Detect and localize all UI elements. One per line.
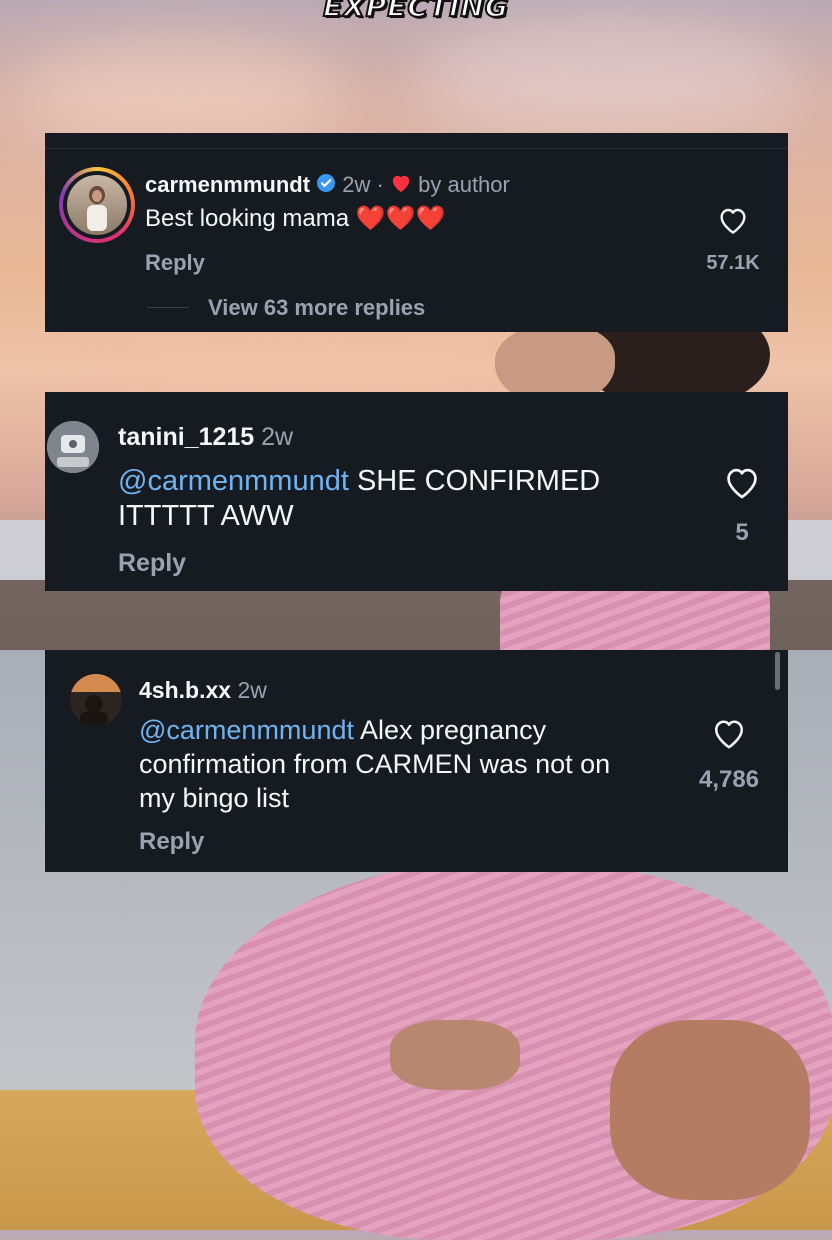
reply-button[interactable]: Reply bbox=[118, 549, 186, 578]
like-count: 57.1K bbox=[706, 252, 760, 274]
avatar-photo bbox=[70, 674, 122, 726]
heart-outline-icon[interactable] bbox=[711, 716, 747, 755]
mention-link[interactable]: @carmenmmundt bbox=[139, 715, 354, 745]
view-more-replies-button[interactable]: View 63 more replies bbox=[208, 295, 425, 321]
comment-username[interactable]: 4sh.b.xx bbox=[139, 677, 231, 703]
scrollbar[interactable] bbox=[775, 652, 780, 690]
avatar-photo bbox=[47, 421, 99, 473]
heart-outline-icon[interactable] bbox=[723, 464, 761, 505]
comment-card-3: 4sh.b.xx 2w @carmenmmundt Alex pregnancy… bbox=[45, 650, 788, 872]
like-count: 4,786 bbox=[698, 766, 760, 793]
like-count: 5 bbox=[735, 519, 749, 546]
avatar[interactable] bbox=[47, 421, 99, 473]
liked-by-author-label: by author bbox=[418, 172, 510, 197]
meta-separator: · bbox=[376, 172, 384, 197]
verified-badge-icon bbox=[316, 173, 336, 199]
comment-username[interactable]: tanini_1215 bbox=[118, 423, 254, 451]
card-divider bbox=[45, 148, 788, 149]
comment-card-2: tanini_1215 2w @carmenmmundt SHE CONFIRM… bbox=[45, 392, 788, 591]
avatar-photo bbox=[87, 186, 107, 231]
comment-card-1: carmenmmundt 2w · by author Best looking… bbox=[45, 133, 788, 332]
heart-outline-icon[interactable] bbox=[717, 205, 749, 240]
comment-time: 2w bbox=[237, 677, 267, 703]
comment-text: @carmenmmundt SHE CONFIRMED ITTTTT AWW bbox=[118, 464, 678, 534]
video-title-caption: EXPECTING bbox=[322, 0, 509, 24]
comment-time: 2w bbox=[261, 423, 294, 451]
replies-line bbox=[147, 307, 189, 308]
reply-button[interactable]: Reply bbox=[145, 250, 205, 276]
comment-username[interactable]: carmenmmundt bbox=[145, 172, 310, 197]
avatar-story-ring[interactable] bbox=[59, 167, 135, 243]
comment-text: @carmenmmundt Alex pregnancy confirmatio… bbox=[139, 713, 649, 815]
avatar[interactable] bbox=[70, 674, 122, 726]
heart-filled-icon bbox=[390, 173, 412, 199]
reply-button[interactable]: Reply bbox=[139, 828, 204, 856]
mention-link[interactable]: @carmenmmundt bbox=[118, 465, 349, 497]
comment-time: 2w bbox=[342, 172, 371, 197]
comment-text: Best looking mama ❤️❤️❤️ bbox=[145, 205, 446, 232]
avatar bbox=[67, 175, 127, 235]
